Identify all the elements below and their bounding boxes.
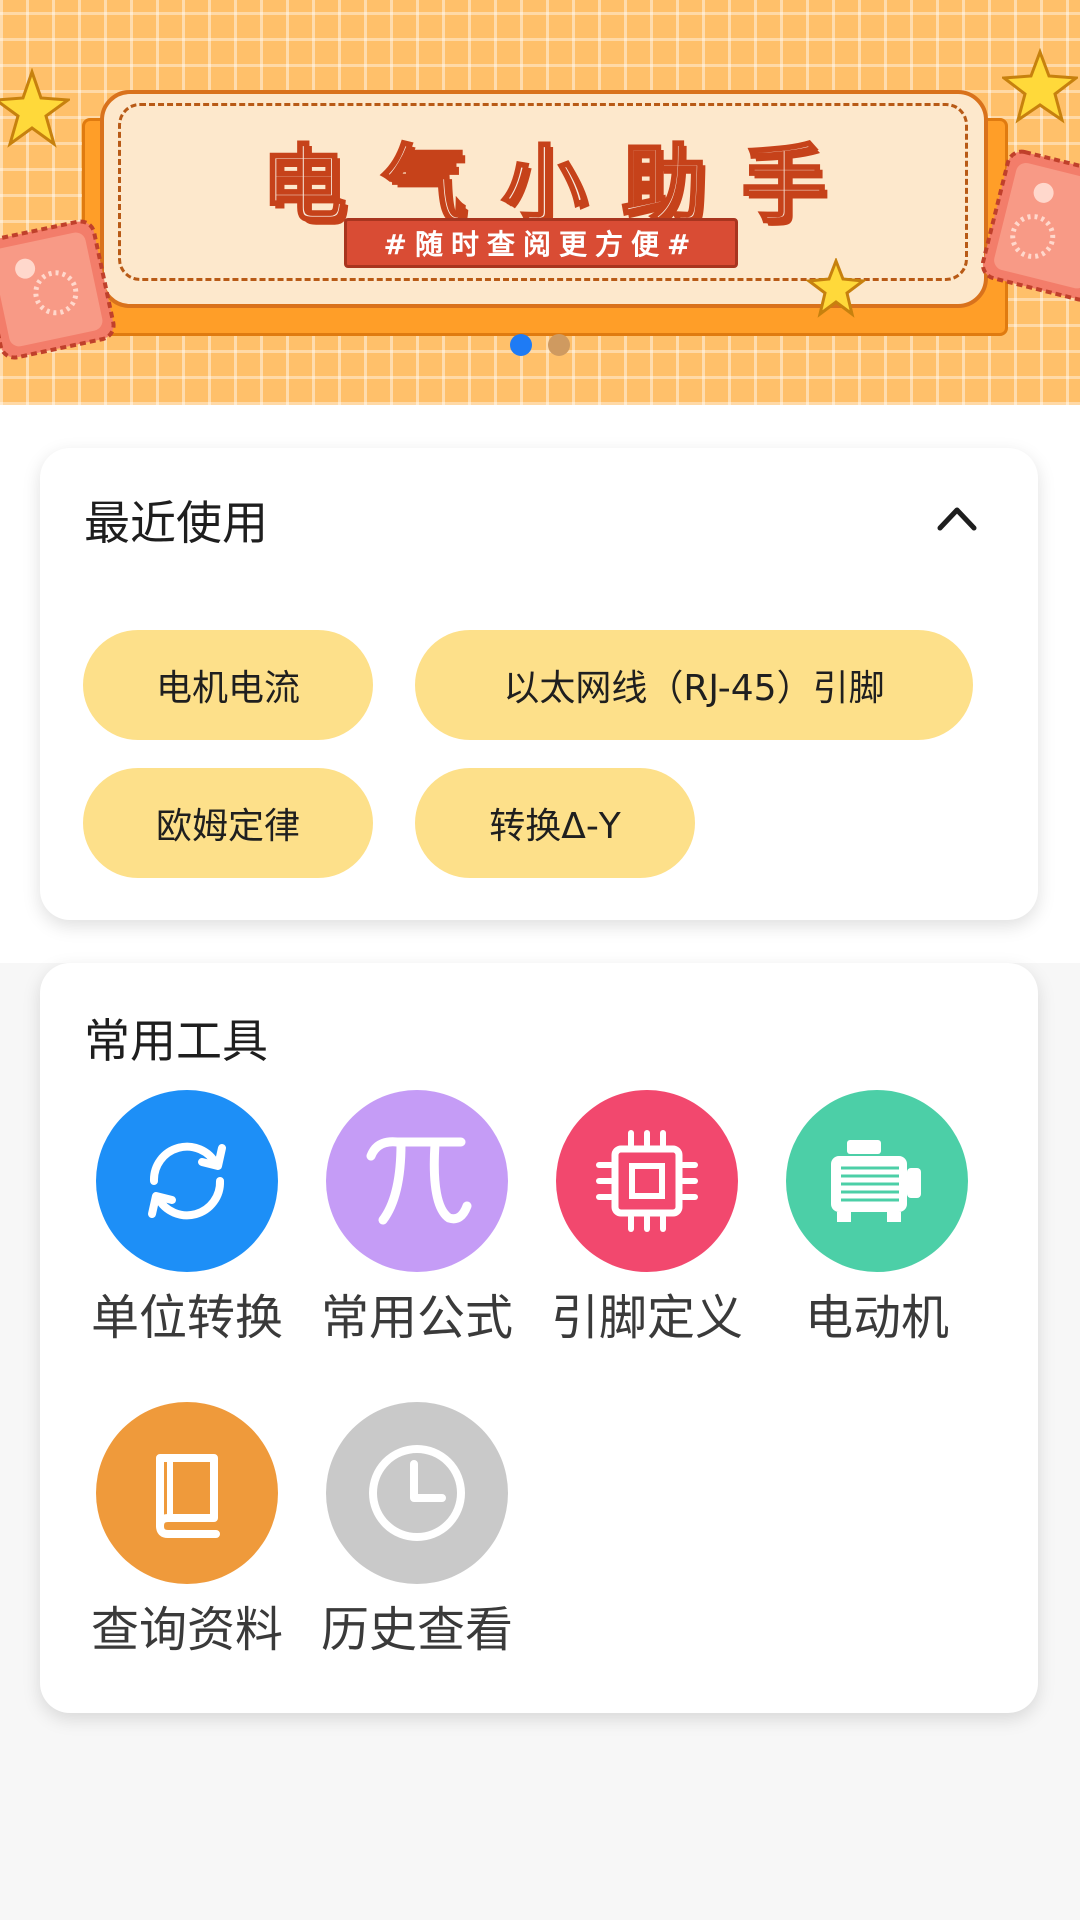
tool-common-formulas[interactable]: 常用公式: [317, 1090, 517, 1348]
recent-chip[interactable]: 欧姆定律: [83, 768, 373, 878]
recent-title: 最近使用: [84, 496, 268, 550]
recent-chip[interactable]: 电机电流: [83, 630, 373, 740]
recent-chip[interactable]: 以太网线（RJ-45）引脚: [415, 630, 973, 740]
chevron-up-icon[interactable]: [934, 500, 980, 534]
carousel-dot[interactable]: [548, 334, 570, 356]
carousel-indicator[interactable]: [0, 334, 1080, 356]
star-icon: [0, 68, 70, 148]
pillow-decoration: [980, 149, 1080, 302]
tools-title: 常用工具: [84, 1014, 268, 1068]
pi-icon: [326, 1090, 508, 1272]
banner-carousel[interactable]: 电气小助手 #随时查阅更方便#: [0, 0, 1080, 405]
carousel-dot-active[interactable]: [510, 334, 532, 356]
star-icon: [1002, 48, 1078, 124]
tool-pin-definitions[interactable]: 引脚定义: [547, 1090, 747, 1348]
tool-history[interactable]: 历史查看: [317, 1402, 517, 1660]
tool-unit-conversion[interactable]: 单位转换: [87, 1090, 287, 1348]
refresh-icon: [96, 1090, 278, 1272]
tool-label: 查询资料: [90, 1602, 283, 1658]
tool-label: 常用公式: [320, 1290, 513, 1346]
chip-icon: [556, 1090, 738, 1272]
recent-chip[interactable]: 转换Δ-Y: [415, 768, 695, 878]
tool-reference-lookup[interactable]: 查询资料: [87, 1402, 287, 1660]
tool-label: 电动机: [804, 1290, 949, 1346]
tool-motor[interactable]: 电动机: [777, 1090, 977, 1348]
tool-label: 单位转换: [90, 1290, 283, 1346]
star-icon: [806, 258, 866, 318]
clock-icon: [326, 1402, 508, 1584]
motor-icon: [786, 1090, 968, 1272]
tool-label: 引脚定义: [550, 1290, 743, 1346]
tool-label: 历史查看: [320, 1602, 513, 1658]
banner-subtitle: #随时查阅更方便#: [344, 218, 738, 268]
book-icon: [96, 1402, 278, 1584]
